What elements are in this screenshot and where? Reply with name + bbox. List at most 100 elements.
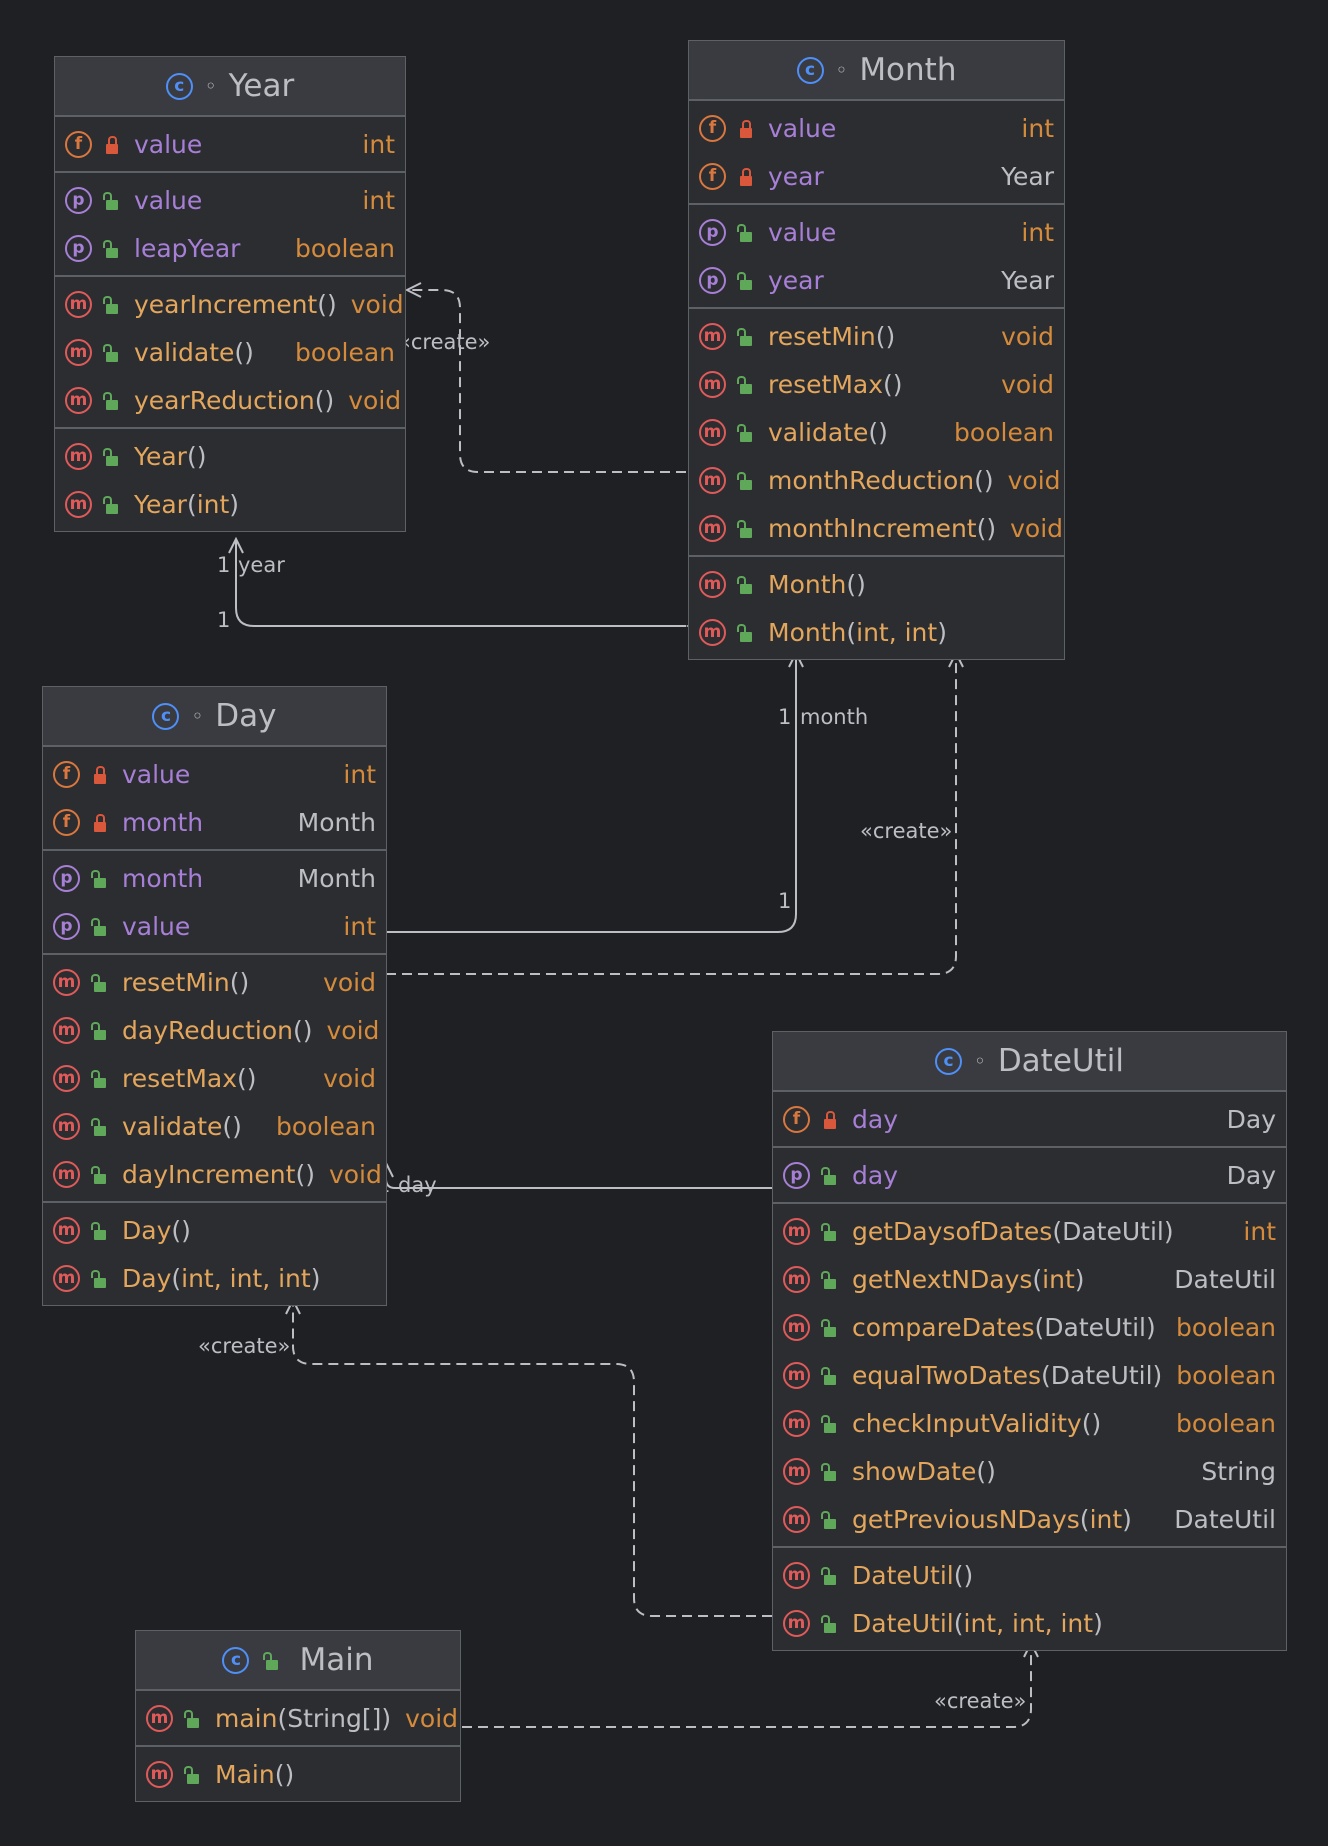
package-private-dot-icon: ◦ [204, 74, 217, 98]
property-row[interactable]: p leapYear boolean [55, 224, 405, 272]
method-row[interactable]: m getNextNDays(int) DateUtil [773, 1255, 1286, 1303]
field-row[interactable]: f value int [43, 750, 386, 798]
member-type: int [1021, 217, 1054, 247]
class-main[interactable]: c Main m main(String[]) void m Main() [135, 1630, 461, 1802]
label-year-role-mult: 1 [217, 553, 230, 577]
method-row[interactable]: m getDaysofDates(DateUtil) int [773, 1207, 1286, 1255]
method-row[interactable]: m compareDates(DateUtil) boolean [773, 1303, 1286, 1351]
member-type: int [362, 129, 395, 159]
method-row[interactable]: m Main() [136, 1750, 460, 1798]
method-icon: m [65, 386, 92, 414]
method-row[interactable]: m Day() [43, 1206, 386, 1254]
member-type: Month [297, 863, 376, 893]
public-unlock-icon [821, 1269, 839, 1289]
field-row[interactable]: f value int [689, 104, 1064, 152]
method-name: equalTwoDates [852, 1360, 1042, 1390]
methods-section: m resetMin() void m dayReduction() void m reset… [43, 953, 386, 1201]
public-unlock-icon [103, 190, 121, 210]
property-row[interactable]: p value int [689, 208, 1064, 256]
property-row[interactable]: p value int [43, 902, 386, 950]
class-header[interactable]: c ◦ Day [43, 687, 386, 745]
field-row[interactable]: f day Day [773, 1095, 1286, 1143]
method-row[interactable]: m Day(int, int, int) [43, 1254, 386, 1302]
method-parens: () [875, 321, 896, 351]
class-month[interactable]: c ◦ Month f value int f year Year p value int p year Y… [688, 40, 1065, 660]
member-type: int [1243, 1216, 1276, 1246]
class-year[interactable]: c ◦ Year f value int p value int p leapYear boolean… [54, 56, 406, 532]
member-type: Year [1001, 265, 1054, 295]
property-icon: p [699, 218, 726, 246]
method-icon: m [783, 1409, 810, 1437]
class-header[interactable]: c ◦ Year [55, 57, 405, 115]
field-row[interactable]: f year Year [689, 152, 1064, 200]
class-day[interactable]: c ◦ Day f value int f month Month p month Month p val… [42, 686, 387, 1306]
member-name: month [122, 807, 204, 837]
field-row[interactable]: f month Month [43, 798, 386, 846]
fields-section: f value int f month Month [43, 745, 386, 849]
method-row[interactable]: m dayReduction() void [43, 1006, 386, 1054]
method-params: int, int [856, 617, 938, 647]
method-params: String[] [287, 1703, 382, 1733]
class-header[interactable]: c ◦ DateUtil [773, 1032, 1286, 1090]
public-unlock-icon [821, 1365, 839, 1385]
method-icon: m [699, 418, 726, 446]
method-row[interactable]: m validate() boolean [689, 408, 1064, 456]
method-row[interactable]: m yearReduction() void [55, 376, 405, 424]
property-row[interactable]: p day Day [773, 1151, 1286, 1199]
member-type: int [1021, 113, 1054, 143]
public-unlock-icon [91, 1220, 109, 1240]
method-row[interactable]: m DateUtil(int, int, int) [773, 1599, 1286, 1647]
method-row[interactable]: m resetMin() void [43, 958, 386, 1006]
method-row[interactable]: m validate() boolean [55, 328, 405, 376]
method-row[interactable]: m Month(int, int) [689, 608, 1064, 656]
method-name: validate [768, 417, 869, 447]
property-row[interactable]: p year Year [689, 256, 1064, 304]
property-row[interactable]: p month Month [43, 854, 386, 902]
method-params: int [1089, 1504, 1123, 1534]
method-row[interactable]: m resetMin() void [689, 312, 1064, 360]
edge-day-has-month [360, 650, 804, 939]
method-row[interactable]: m resetMax() void [43, 1054, 386, 1102]
member-type: void [1001, 321, 1054, 351]
method-icon: m [53, 1064, 80, 1092]
method-name: Year [134, 489, 187, 519]
member-type: void [1001, 369, 1054, 399]
method-row[interactable]: m showDate() String [773, 1447, 1286, 1495]
class-dateutil[interactable]: c ◦ DateUtil f day Day p day Day m getDaysofDates (… [772, 1031, 1287, 1651]
method-row[interactable]: m Month() [689, 560, 1064, 608]
member-name: leapYear [134, 233, 241, 263]
edge-day-creates-month [386, 650, 964, 975]
method-row[interactable]: m DateUtil() [773, 1551, 1286, 1599]
label-create-day-month: «create» [860, 819, 952, 843]
constructors-section: m Year() m Year(int) [55, 427, 405, 531]
member-type: boolean [1176, 1408, 1276, 1438]
class-header[interactable]: c ◦ Month [689, 41, 1064, 99]
method-row[interactable]: m validate() boolean [43, 1102, 386, 1150]
method-row[interactable]: m Year(int) [55, 480, 405, 528]
field-icon: f [699, 162, 726, 190]
label-month-end-mult: 1 [778, 889, 791, 913]
method-row[interactable]: m main(String[]) void [136, 1694, 460, 1742]
class-header[interactable]: c Main [136, 1631, 460, 1689]
member-type: void [1010, 513, 1064, 543]
method-row[interactable]: m resetMax() void [689, 360, 1064, 408]
method-row[interactable]: m monthIncrement() void [689, 504, 1064, 552]
property-row[interactable]: p value int [55, 176, 405, 224]
method-row[interactable]: m Year() [55, 432, 405, 480]
method-row[interactable]: m dayIncrement() void [43, 1150, 386, 1198]
member-name: day [852, 1160, 898, 1190]
method-parens: () [883, 369, 903, 399]
field-icon: f [53, 808, 80, 836]
method-row[interactable]: m monthReduction() void [689, 456, 1064, 504]
field-row[interactable]: f value int [55, 120, 405, 168]
method-row[interactable]: m yearIncrement() void [55, 280, 405, 328]
method-row[interactable]: m getPreviousNDays(int) DateUtil [773, 1495, 1286, 1543]
method-row[interactable]: m equalTwoDates(DateUtil) boolean [773, 1351, 1286, 1399]
method-row[interactable]: m checkInputValidity() boolean [773, 1399, 1286, 1447]
public-unlock-icon [184, 1708, 202, 1728]
public-unlock-icon [821, 1317, 839, 1337]
method-icon: m [783, 1361, 810, 1389]
method-params: int [196, 489, 230, 519]
public-unlock-icon [103, 342, 121, 362]
method-icon: m [146, 1760, 173, 1788]
